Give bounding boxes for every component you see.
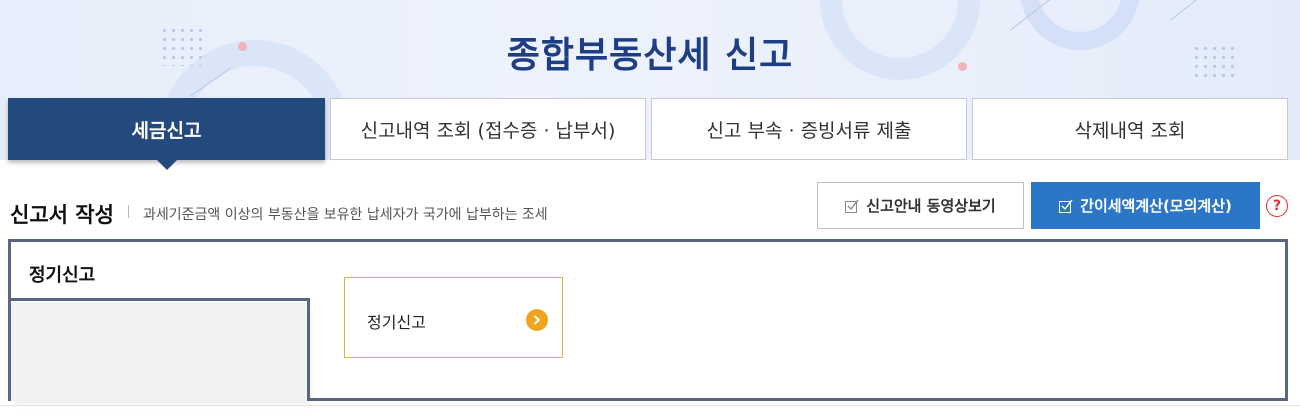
simple-tax-calculation-button[interactable]: 간이세액계산(모의계산) [1031,182,1260,229]
check-icon [1059,199,1073,213]
decorative-line [1169,0,1202,21]
page-title: 종합부동산세 신고 [506,35,794,76]
card-label: 정기신고 [367,313,426,332]
active-tab-pointer [157,160,177,170]
question-icon[interactable]: ? [1266,195,1288,217]
video-guide-label: 신고안내 동영상보기 [866,197,996,215]
tab-label: 세금신고 [131,119,202,142]
panel-tab-border [307,298,310,401]
check-icon [845,199,859,213]
divider [0,405,1300,406]
tab-bar: 세금신고 신고내역 조회 (접수증 · 납부서) 신고 부속 · 증빙서류 제출… [8,98,1288,170]
tab-label: 신고 부속 · 증빙서류 제출 [706,119,912,142]
tab-tax-filing[interactable]: 세금신고 [8,98,325,160]
tab-deleted-history[interactable]: 삭제내역 조회 [972,98,1288,160]
chevron-right-icon [526,309,548,331]
section-description: 과세기준금액 이상의 부동산을 보유한 납세자가 국가에 납부하는 조세 [143,207,548,223]
panel-tab-border [8,298,310,301]
video-guide-button[interactable]: 신고안내 동영상보기 [817,182,1024,229]
divider [128,205,129,218]
regular-filing-card[interactable]: 정기신고 [344,277,563,358]
section-title: 신고서 작성 [10,203,114,227]
panel-side-area [11,302,307,401]
tab-label: 삭제내역 조회 [1074,119,1186,142]
tab-label: 신고내역 조회 (접수증 · 납부서) [360,119,616,142]
simple-tax-calculation-label: 간이세액계산(모의계산) [1080,197,1232,215]
panel-tab-regular-filing[interactable]: 정기신고 [29,261,95,287]
tab-supporting-documents[interactable]: 신고 부속 · 증빙서류 제출 [651,98,967,160]
tab-filing-history[interactable]: 신고내역 조회 (접수증 · 납부서) [330,98,646,160]
